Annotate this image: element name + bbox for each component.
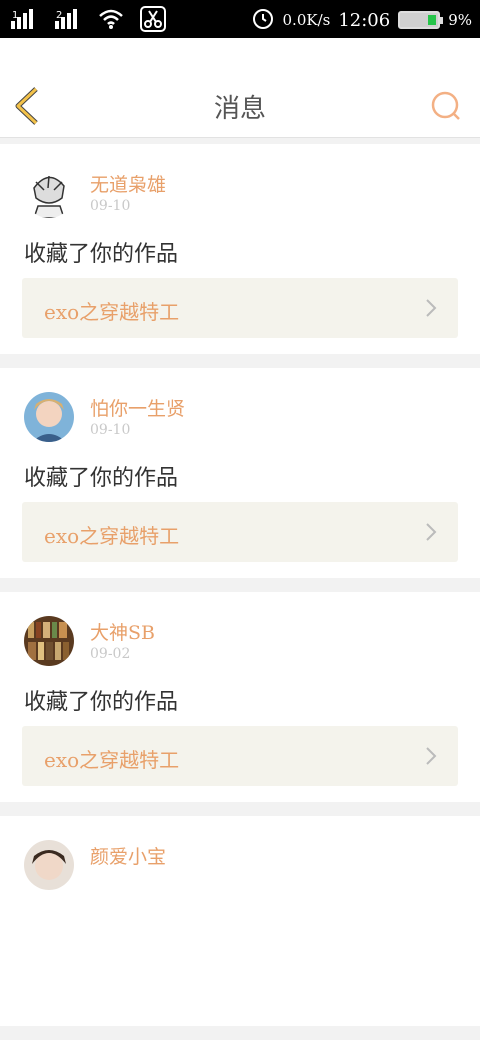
work-title: exo之穿越特工 — [44, 524, 180, 548]
message-date: 09-02 — [90, 646, 131, 662]
svg-text:1: 1 — [12, 10, 18, 21]
work-link[interactable]: exo之穿越特工 — [22, 726, 458, 786]
chevron-right-icon — [426, 523, 437, 541]
chevron-right-icon — [426, 299, 437, 317]
signal-sim2-icon: 2 — [54, 7, 82, 35]
search-icon — [431, 91, 460, 120]
message-card: 无道枭雄 09-10 收藏了你的作品 exo之穿越特工 — [0, 144, 480, 354]
avatar[interactable] — [24, 616, 74, 666]
username[interactable]: 无道枭雄 — [90, 170, 166, 197]
avatar[interactable] — [24, 168, 74, 218]
wifi-icon — [98, 7, 124, 35]
search-button[interactable] — [430, 90, 462, 122]
work-title: exo之穿越特工 — [44, 748, 180, 772]
alarm-icon — [251, 6, 275, 34]
message-card: 颜爱小宝 — [0, 816, 480, 1026]
network-speed: 0.0K/s — [282, 11, 331, 29]
battery-level: 9% — [448, 11, 472, 29]
username[interactable]: 颜爱小宝 — [90, 842, 166, 869]
avatar[interactable] — [24, 840, 74, 890]
work-link[interactable]: exo之穿越特工 — [22, 278, 458, 338]
header: 消息 — [0, 38, 480, 138]
message-list: 无道枭雄 09-10 收藏了你的作品 exo之穿越特工 怕你一生贤 09-10 … — [0, 144, 480, 1040]
svg-text:2: 2 — [56, 10, 62, 21]
page-title: 消息 — [213, 94, 266, 124]
username[interactable]: 大神SB — [90, 618, 155, 645]
message-date: 09-10 — [90, 422, 131, 438]
clock: 12:06 — [338, 9, 391, 31]
chevron-right-icon — [426, 747, 437, 765]
message-card: 怕你一生贤 09-10 收藏了你的作品 exo之穿越特工 — [0, 368, 480, 578]
message-date: 09-10 — [90, 198, 131, 214]
action-text: 收藏了你的作品 — [24, 466, 179, 491]
signal-sim1-icon: 1 — [10, 7, 38, 35]
work-title: exo之穿越特工 — [44, 300, 180, 324]
scissors-icon — [140, 6, 166, 36]
message-card: 大神SB 09-02 收藏了你的作品 exo之穿越特工 — [0, 592, 480, 802]
battery-icon — [398, 11, 444, 29]
work-link[interactable]: exo之穿越特工 — [22, 502, 458, 562]
status-bar: 1 2 0.0K/s 12:06 9% — [0, 0, 480, 38]
action-text: 收藏了你的作品 — [24, 242, 179, 267]
action-text: 收藏了你的作品 — [24, 690, 179, 715]
username[interactable]: 怕你一生贤 — [90, 394, 185, 421]
avatar[interactable] — [24, 392, 74, 442]
